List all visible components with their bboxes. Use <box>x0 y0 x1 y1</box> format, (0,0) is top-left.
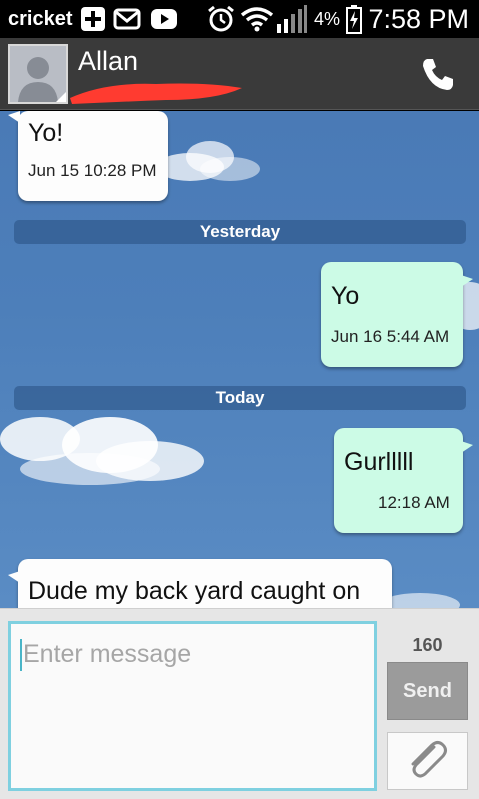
clock: 7:58 PM <box>368 4 469 34</box>
attach-button[interactable] <box>387 732 468 790</box>
message-text: Gurlllll <box>344 448 414 476</box>
avatar-placeholder-icon <box>10 46 66 102</box>
bubble-tail <box>8 571 20 583</box>
contact-avatar[interactable] <box>8 44 68 104</box>
mail-icon <box>113 8 141 30</box>
message-text: Yo <box>331 282 360 310</box>
signal-icon <box>277 5 307 33</box>
wifi-icon <box>240 7 274 32</box>
contact-name: Allan <box>78 46 139 76</box>
character-counter: 160 <box>412 635 443 655</box>
message-time: 12:18 AM <box>378 493 450 512</box>
battery-percent: 4% <box>314 9 341 29</box>
message-text: Dude my back yard caught on <box>28 577 361 605</box>
message-bubble-incoming[interactable]: Dude my back yard caught on <box>18 559 392 608</box>
message-time: Jun 15 10:28 PM <box>28 161 157 180</box>
redaction-mark <box>70 83 242 104</box>
cloud-decoration <box>380 593 460 608</box>
date-divider: Today <box>14 386 466 410</box>
message-input[interactable] <box>8 621 377 791</box>
status-bar: cricket 4% 7:58 PM <box>0 0 479 38</box>
bubble-tail <box>461 441 473 453</box>
cloud-decoration <box>0 417 204 485</box>
carrier-name: cricket <box>8 8 73 30</box>
bubble-tail <box>8 111 20 123</box>
message-time: Jun 16 5:44 AM <box>331 327 450 346</box>
add-icon <box>81 7 105 31</box>
date-divider: Yesterday <box>14 220 466 244</box>
message-bubble-incoming[interactable]: Yo! Jun 15 10:28 PM <box>18 111 168 201</box>
alarm-icon <box>208 5 234 32</box>
phone-icon[interactable] <box>418 54 458 94</box>
youtube-icon <box>151 9 177 29</box>
message-text: Yo! <box>28 119 64 147</box>
message-list[interactable]: Yo! Jun 15 10:28 PM Yesterday Yo Jun 16 … <box>0 111 479 608</box>
text-cursor <box>20 639 22 671</box>
battery-charging-icon <box>346 5 362 34</box>
bubble-tail <box>461 275 473 287</box>
cloud-decoration <box>156 141 260 181</box>
paperclip-icon <box>411 741 447 778</box>
send-button[interactable]: Send <box>387 662 468 720</box>
compose-bar: 160 Send <box>0 608 479 799</box>
message-bubble-outgoing[interactable]: Yo Jun 16 5:44 AM <box>321 262 463 367</box>
message-bubble-outgoing[interactable]: Gurlllll 12:18 AM <box>334 428 463 533</box>
